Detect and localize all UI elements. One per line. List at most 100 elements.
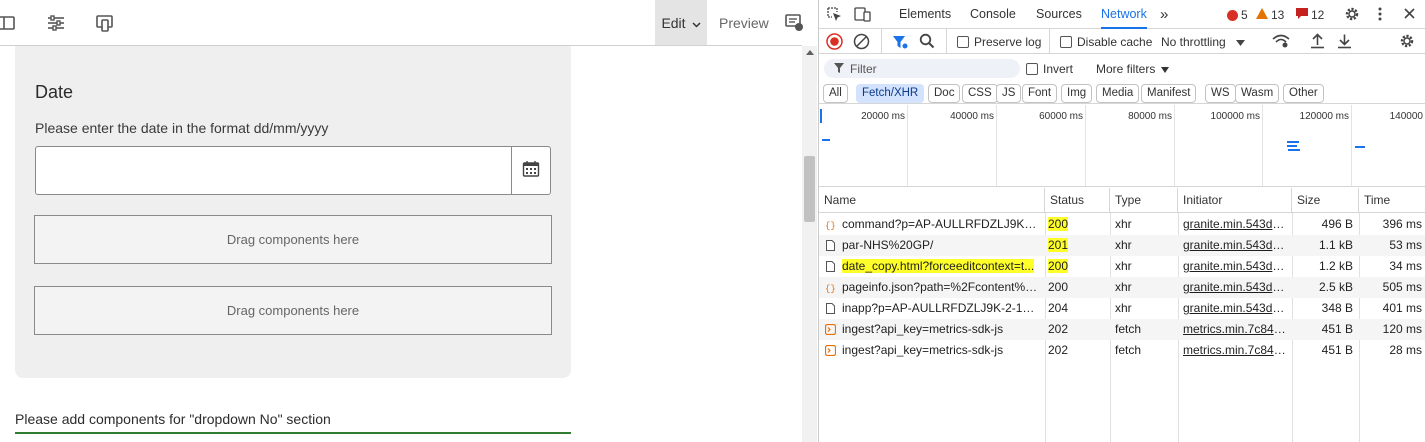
column-header-status[interactable]: Status (1045, 188, 1110, 213)
scrollbar-thumb[interactable] (804, 156, 815, 222)
request-time: 401 ms (1382, 301, 1422, 315)
type-filter-fetch-xhr[interactable]: Fetch/XHR (856, 84, 925, 103)
checkbox-box[interactable] (957, 36, 969, 48)
scroll-up-arrow-icon[interactable] (806, 50, 814, 55)
disable-cache-checkbox[interactable]: Disable cache (1060, 35, 1152, 49)
filter-row: Invert More filters (819, 54, 1425, 82)
dropzone[interactable]: Drag components here (34, 215, 552, 264)
filter-field[interactable] (824, 59, 1020, 78)
table-row[interactable]: {} pageinfo.json?path=%2Fcontent%2... 200 x… (819, 277, 1425, 298)
issue-count: 12 (1311, 8, 1325, 22)
request-initiator[interactable]: metrics.min.7c843ba (1183, 340, 1290, 361)
settings-gear-icon[interactable] (1344, 6, 1360, 25)
table-row[interactable]: {} command?p=AP-AULLRFDZLJ9K-2-... 200 xhr g… (819, 214, 1425, 235)
type-filter-media[interactable]: Media (1096, 84, 1140, 103)
request-name: inapp?p=AP-AULLRFDZLJ9K-2-1&s... (842, 301, 1040, 315)
network-settings-gear-icon[interactable] (1399, 33, 1415, 52)
checkbox-box[interactable] (1060, 36, 1072, 48)
tab-network[interactable]: Network (1101, 0, 1147, 29)
issue-count-badge[interactable]: 12 (1296, 8, 1324, 22)
calendar-button[interactable] (511, 147, 550, 194)
column-header-size[interactable]: Size (1292, 188, 1359, 213)
request-initiator[interactable]: granite.min.543d214 (1183, 277, 1290, 298)
type-filter-manifest[interactable]: Manifest (1141, 84, 1197, 103)
export-har-icon[interactable] (1337, 33, 1352, 52)
type-filter-css[interactable]: CSS (962, 84, 998, 103)
toolbar-divider (946, 29, 947, 54)
more-tabs-icon[interactable]: » (1160, 0, 1168, 29)
request-type: xhr (1115, 259, 1132, 273)
date-input[interactable] (36, 147, 511, 194)
date-component[interactable]: Date Please enter the date in the format… (15, 46, 571, 378)
tab-console[interactable]: Console (970, 0, 1016, 29)
request-time: 120 ms (1382, 322, 1422, 336)
table-row[interactable]: par-NHS%20GP/201 xhr granite.min.543d214 1.… (819, 235, 1425, 256)
dropzone[interactable]: Drag components here (34, 286, 552, 335)
preserve-log-checkbox[interactable]: Preserve log (957, 35, 1041, 49)
throttling-select[interactable]: No throttling (1161, 35, 1245, 49)
svg-text:{}: {} (825, 284, 836, 293)
invert-checkbox[interactable]: Invert (1026, 62, 1073, 76)
emulator-icon[interactable] (95, 13, 115, 33)
request-initiator[interactable]: granite.min.543d214 (1183, 298, 1290, 319)
edit-mode-button[interactable]: Edit (655, 0, 707, 45)
error-count-badge[interactable]: 5 (1227, 8, 1248, 22)
checkbox-box[interactable] (1026, 63, 1038, 75)
record-stop-icon[interactable] (826, 33, 843, 53)
document-icon (825, 303, 836, 314)
tab-sources[interactable]: Sources (1036, 0, 1082, 29)
column-header-name[interactable]: Name (819, 188, 1045, 213)
type-filter-other[interactable]: Other (1283, 84, 1324, 103)
table-row[interactable]: inapp?p=AP-AULLRFDZLJ9K-2-1&s... 204 xhr gr… (819, 298, 1425, 319)
type-filter-ws[interactable]: WS (1205, 84, 1236, 103)
table-row[interactable]: date_copy.html?forceeditcontext=t... 200 x… (819, 256, 1425, 277)
sidebar-toggle-icon[interactable] (0, 13, 16, 33)
filter-input[interactable] (850, 61, 1010, 76)
request-status: 200 (1048, 256, 1088, 277)
request-initiator[interactable]: granite.min.543d214 (1183, 214, 1290, 235)
type-filter-font[interactable]: Font (1022, 84, 1058, 103)
type-filter-all[interactable]: All (823, 84, 848, 103)
close-icon[interactable] (1403, 7, 1416, 23)
request-initiator[interactable]: metrics.min.7c843ba (1183, 319, 1290, 340)
tab-elements[interactable]: Elements (899, 0, 951, 29)
more-filters-dropdown[interactable]: More filters (1096, 62, 1170, 76)
request-initiator[interactable]: granite.min.543d214 (1183, 235, 1290, 256)
filter-funnel-icon[interactable] (892, 34, 908, 53)
column-header-initiator[interactable]: Initiator (1178, 188, 1292, 213)
warning-count-badge[interactable]: 13 (1256, 8, 1284, 22)
filter-icon (834, 62, 844, 76)
type-filter-img[interactable]: Img (1061, 84, 1093, 103)
table-row[interactable]: ingest?api_key=metrics-sdk-js 202 fetch met… (819, 340, 1425, 361)
annotations-panel-icon[interactable] (785, 14, 805, 32)
request-type: xhr (1115, 238, 1132, 252)
request-initiator[interactable]: granite.min.543d214 (1183, 256, 1290, 277)
import-har-icon[interactable] (1310, 33, 1325, 52)
table-row[interactable]: ingest?api_key=metrics-sdk-js 202 fetch met… (819, 319, 1425, 340)
request-name: pageinfo.json?path=%2Fcontent%2... (842, 280, 1040, 294)
more-options-icon[interactable] (1377, 6, 1383, 25)
request-type: xhr (1115, 301, 1132, 315)
column-header-time[interactable]: Time (1359, 188, 1425, 213)
timeline-gridline (996, 105, 997, 186)
preview-mode-button[interactable]: Preview (719, 0, 769, 45)
dropdown-caret-icon (1161, 62, 1170, 76)
search-icon[interactable] (919, 33, 935, 52)
network-overview-timeline[interactable]: 20000 ms 40000 ms 60000 ms 80000 ms 1000… (819, 105, 1425, 187)
type-filter-doc[interactable]: Doc (928, 84, 961, 103)
device-toolbar-icon[interactable] (854, 7, 871, 25)
date-field (35, 146, 551, 195)
column-header-type[interactable]: Type (1110, 188, 1178, 213)
editor-scrollbar[interactable] (802, 46, 817, 442)
type-filter-js[interactable]: JS (996, 84, 1022, 103)
document-icon (825, 261, 836, 272)
timeline-request-mark (1288, 149, 1300, 151)
clear-icon[interactable] (853, 33, 870, 53)
request-time: 396 ms (1382, 217, 1422, 231)
network-request-table: Name Status Type Initiator Size Time {} c… (819, 188, 1425, 442)
network-conditions-icon[interactable] (1272, 34, 1290, 51)
inspect-element-icon[interactable] (827, 7, 842, 25)
properties-icon[interactable] (46, 13, 66, 33)
type-filter-wasm[interactable]: Wasm (1235, 84, 1280, 103)
preserve-log-label: Preserve log (974, 35, 1042, 49)
